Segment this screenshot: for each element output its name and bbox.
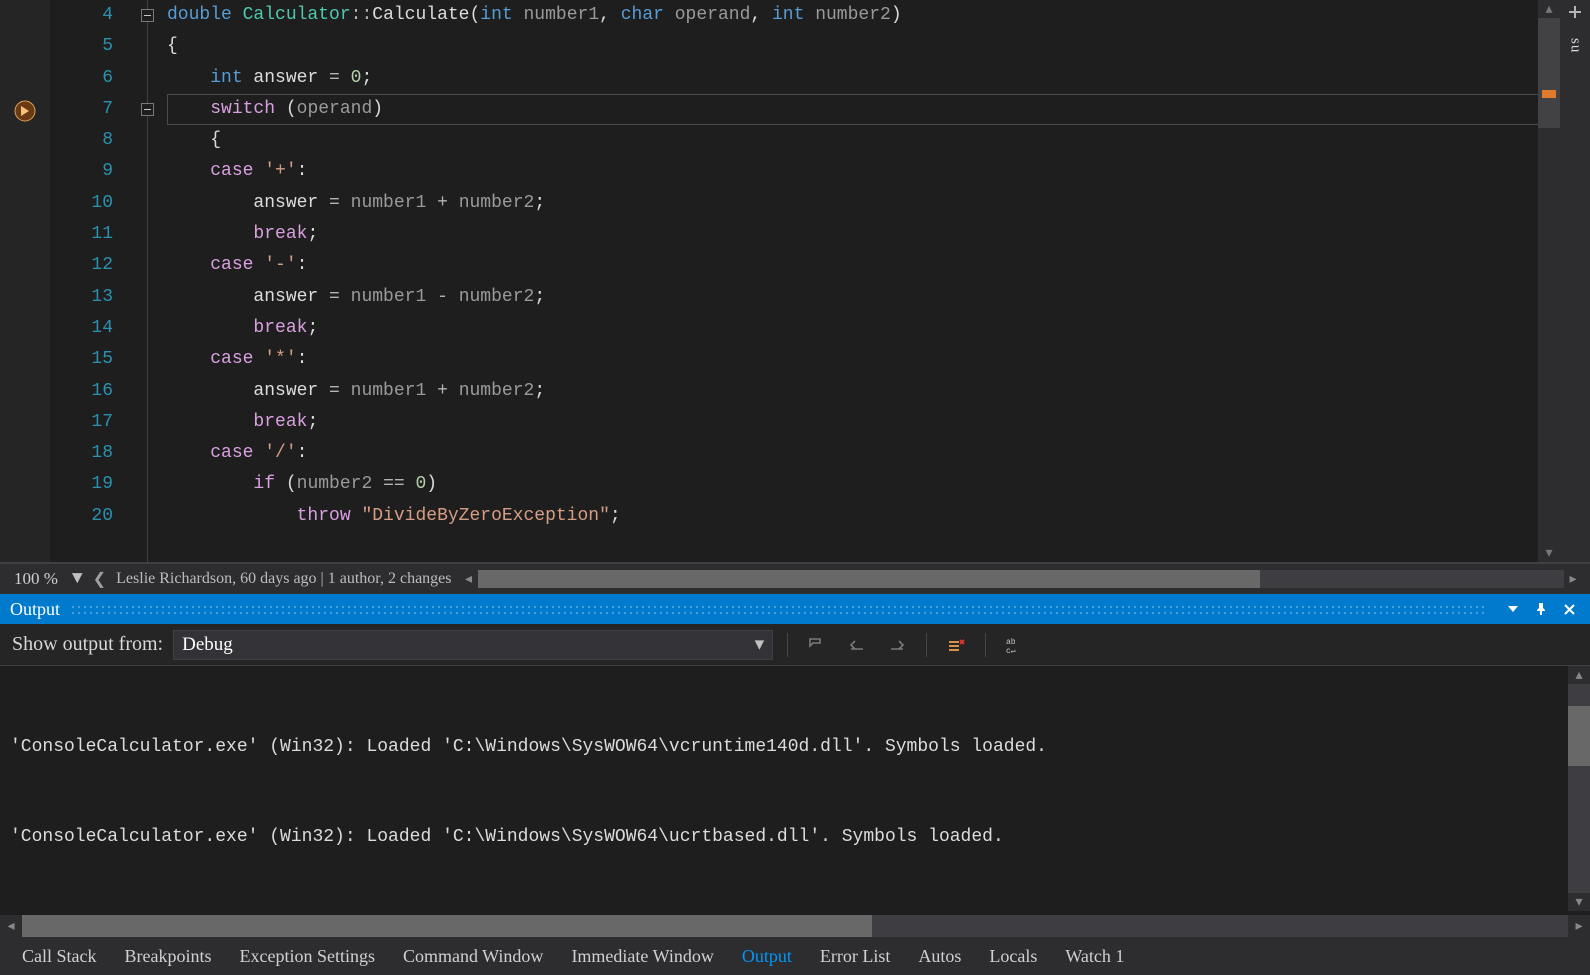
- line-number: 14: [50, 313, 135, 344]
- find-message-button[interactable]: [802, 631, 832, 659]
- zoom-dropdown-icon[interactable]: ▼: [72, 569, 83, 589]
- line-number: 5: [50, 31, 135, 62]
- output-panel-titlebar[interactable]: Output: [0, 594, 1590, 624]
- line-number: 13: [50, 282, 135, 313]
- code-editor[interactable]: 4 5 6 7 8 9 10 11 12 13 14 15 16 17 18 1…: [0, 0, 1590, 563]
- line-number-gutter: 4 5 6 7 8 9 10 11 12 13 14 15 16 17 18 1…: [50, 0, 135, 562]
- line-number: 16: [50, 376, 135, 407]
- scrollbar-thumb[interactable]: [1568, 706, 1590, 766]
- tab-locals[interactable]: Locals: [975, 940, 1051, 973]
- plus-icon[interactable]: [1567, 4, 1583, 26]
- code-folding-gutter[interactable]: [135, 0, 167, 562]
- line-number: 11: [50, 219, 135, 250]
- pin-icon[interactable]: [1530, 598, 1552, 620]
- tab-output[interactable]: Output: [728, 940, 806, 973]
- scroll-down-icon[interactable]: ▾: [1538, 544, 1560, 562]
- window-position-dropdown-icon[interactable]: [1502, 598, 1524, 620]
- codelens-blame-button[interactable]: ❮ Leslie Richardson, 60 days ago | 1 aut…: [93, 569, 452, 589]
- output-line: 'ConsoleCalculator.exe' (Win32): Loaded …: [10, 732, 1568, 762]
- toolbar-separator: [926, 633, 927, 657]
- svg-text:c↵: c↵: [1006, 647, 1016, 656]
- line-number: 18: [50, 438, 135, 469]
- line-number: 15: [50, 344, 135, 375]
- tab-call-stack[interactable]: Call Stack: [8, 940, 111, 973]
- output-toolbar: Show output from: Debug ▾ abc↵: [0, 624, 1590, 666]
- tab-exception-settings[interactable]: Exception Settings: [226, 940, 389, 973]
- tab-error-list[interactable]: Error List: [806, 940, 904, 973]
- panel-title-text: Output: [10, 599, 60, 620]
- chevron-left-icon: ❮: [93, 569, 106, 589]
- output-line: 'ConsoleCalculator.exe' (Win32): Loaded …: [10, 822, 1568, 852]
- output-source-value: Debug: [182, 634, 233, 656]
- blame-text: Leslie Richardson, 60 days ago | 1 autho…: [116, 570, 451, 588]
- show-output-from-label: Show output from:: [12, 633, 163, 656]
- side-panel-label[interactable]: su: [1567, 38, 1584, 53]
- tab-command-window[interactable]: Command Window: [389, 940, 557, 973]
- line-number: 6: [50, 63, 135, 94]
- chevron-down-icon: ▾: [755, 633, 765, 656]
- line-number: 8: [50, 125, 135, 156]
- line-number: 17: [50, 407, 135, 438]
- scroll-left-icon[interactable]: ◂: [460, 570, 478, 588]
- code-text-area[interactable]: double Calculator::Calculate(int number1…: [167, 0, 1590, 562]
- scrollbar-marker: [1542, 90, 1556, 98]
- scroll-right-icon[interactable]: ▸: [1564, 570, 1582, 588]
- scrollbar-thumb[interactable]: [1538, 18, 1560, 128]
- scroll-left-icon[interactable]: ◂: [0, 915, 22, 937]
- close-icon[interactable]: [1558, 598, 1580, 620]
- output-horizontal-scrollbar[interactable]: ◂ ▸: [0, 915, 1590, 937]
- glyph-margin[interactable]: [0, 0, 50, 562]
- scrollbar-thumb[interactable]: [478, 570, 1260, 588]
- scrollbar-thumb[interactable]: [22, 915, 872, 937]
- execution-pointer-icon[interactable]: [14, 100, 36, 128]
- scroll-up-icon[interactable]: ▴: [1538, 0, 1560, 18]
- editor-vertical-scrollbar[interactable]: ▴ ▾: [1538, 0, 1560, 562]
- tab-autos[interactable]: Autos: [904, 940, 975, 973]
- toggle-word-wrap-button[interactable]: abc↵: [1000, 631, 1030, 659]
- editor-horizontal-scrollbar[interactable]: ◂ ▸: [460, 570, 1582, 588]
- toolbar-separator: [787, 633, 788, 657]
- output-vertical-scrollbar[interactable]: ▴ ▾: [1568, 666, 1590, 911]
- fold-toggle-icon[interactable]: [141, 103, 154, 116]
- tab-watch-1[interactable]: Watch 1: [1051, 940, 1138, 973]
- next-message-button[interactable]: [882, 631, 912, 659]
- zoom-level[interactable]: 100 %: [0, 569, 66, 589]
- clear-all-button[interactable]: [941, 631, 971, 659]
- tab-breakpoints[interactable]: Breakpoints: [111, 940, 226, 973]
- scroll-down-icon[interactable]: ▾: [1568, 893, 1590, 911]
- output-source-select[interactable]: Debug ▾: [173, 630, 773, 660]
- editor-footer: 100 % ▼ ❮ Leslie Richardson, 60 days ago…: [0, 563, 1590, 594]
- line-number: 20: [50, 501, 135, 532]
- bottom-tool-tabs[interactable]: Call Stack Breakpoints Exception Setting…: [0, 937, 1590, 975]
- previous-message-button[interactable]: [842, 631, 872, 659]
- line-number: 9: [50, 156, 135, 187]
- line-number: 4: [50, 0, 135, 31]
- line-number: 12: [50, 250, 135, 281]
- line-number: 10: [50, 188, 135, 219]
- titlebar-grip[interactable]: [70, 604, 1486, 614]
- line-number: 19: [50, 469, 135, 500]
- output-text-area[interactable]: 'ConsoleCalculator.exe' (Win32): Loaded …: [0, 666, 1590, 937]
- tab-immediate-window[interactable]: Immediate Window: [557, 940, 727, 973]
- svg-text:ab: ab: [1006, 638, 1016, 647]
- scroll-up-icon[interactable]: ▴: [1568, 666, 1590, 684]
- fold-toggle-icon[interactable]: [141, 9, 154, 22]
- toolbar-separator: [985, 633, 986, 657]
- scroll-right-icon[interactable]: ▸: [1568, 915, 1590, 937]
- line-number: 7: [50, 94, 135, 125]
- collapsed-side-panel[interactable]: su: [1560, 0, 1590, 562]
